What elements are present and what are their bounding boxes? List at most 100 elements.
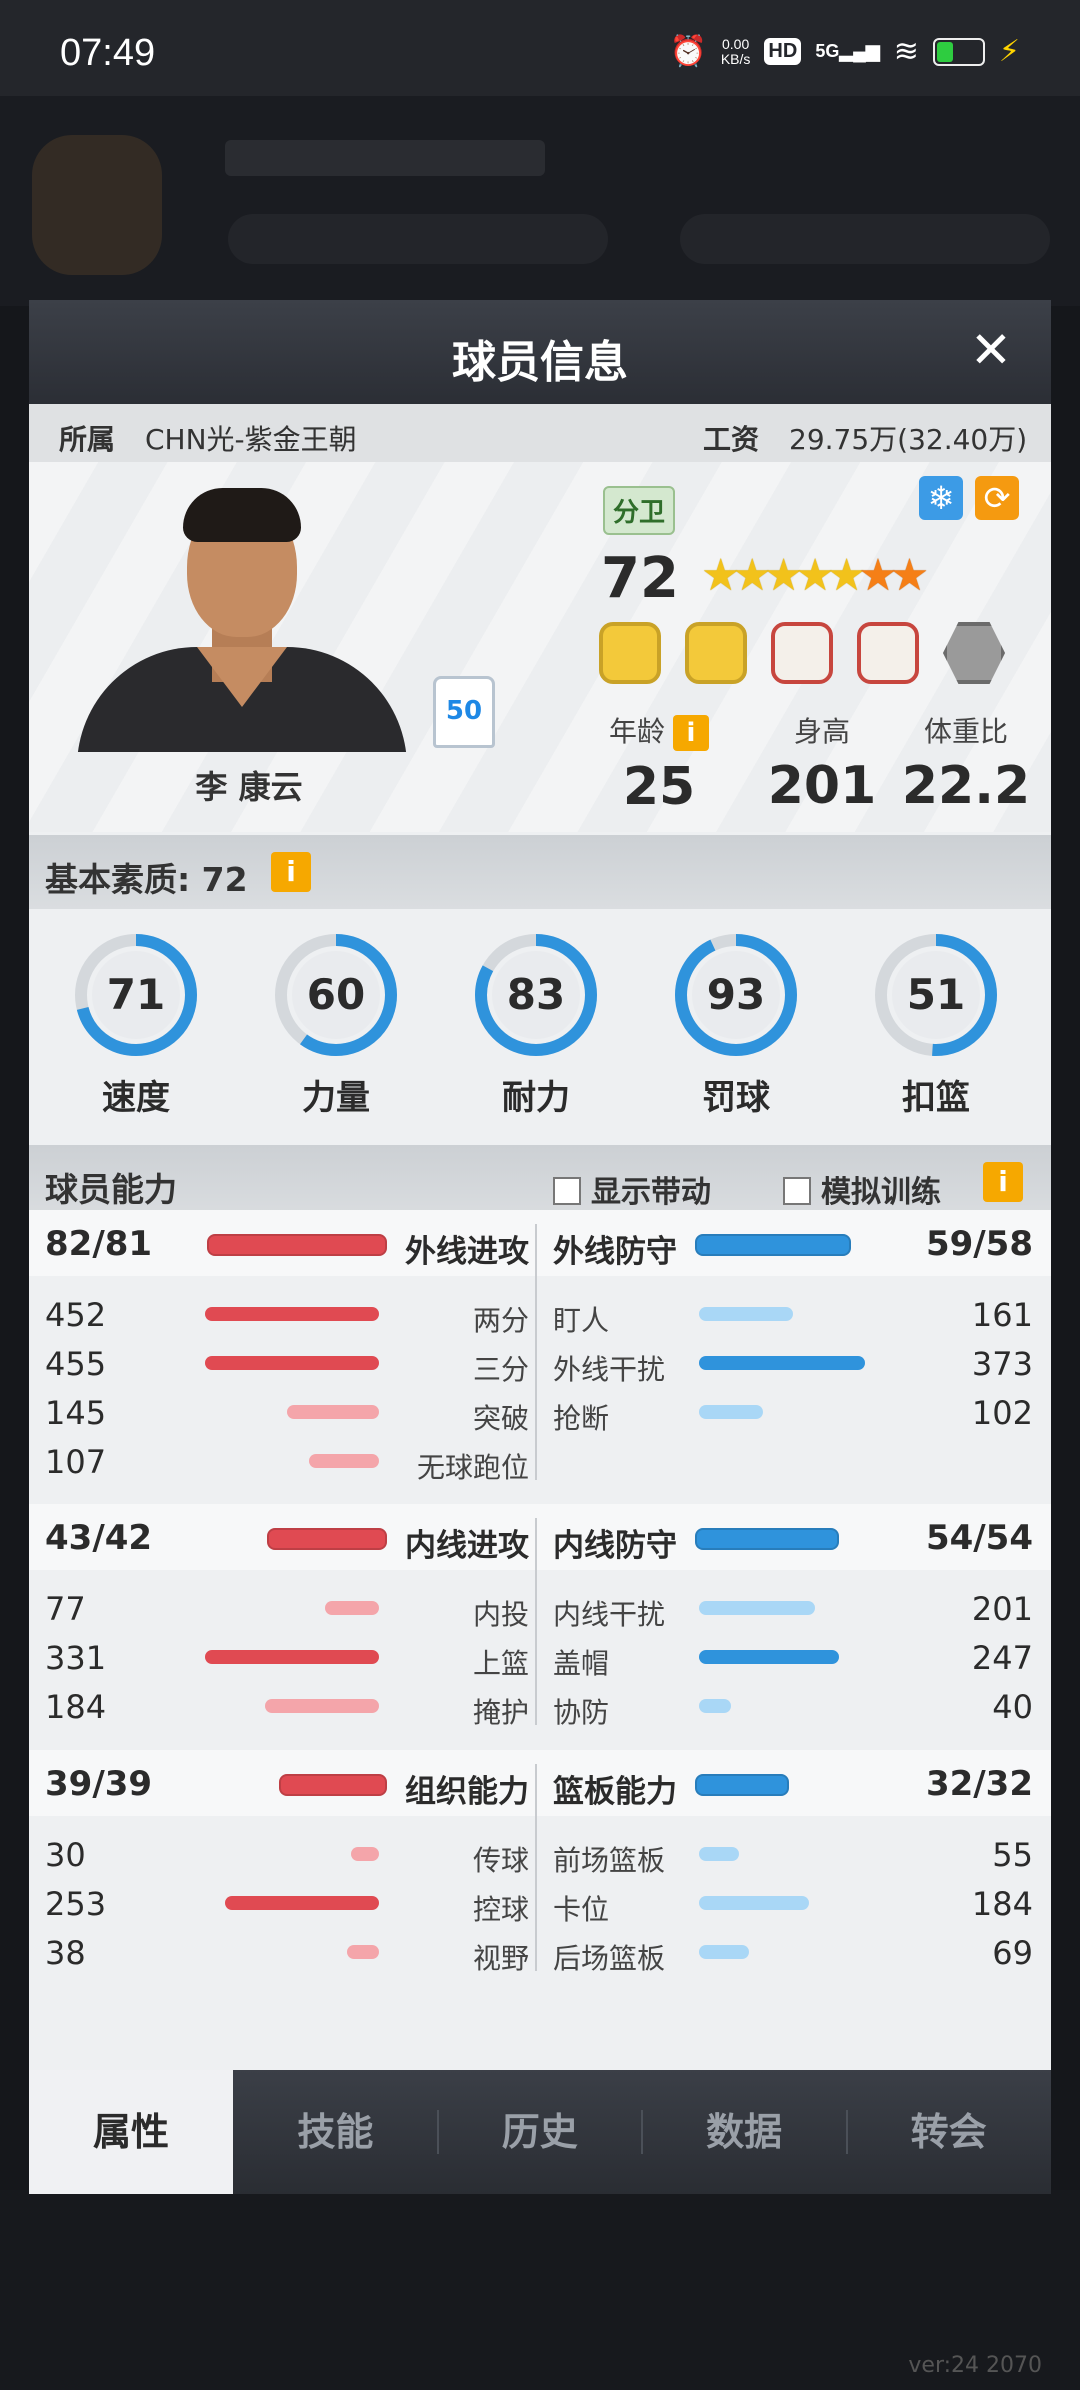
- badge-defender-icon[interactable]: [857, 622, 919, 684]
- right-group-name: 内线防守: [553, 1528, 677, 1564]
- tab-separator: [436, 2110, 439, 2154]
- show-drive-checkbox[interactable]: 显示带动: [553, 1167, 711, 1211]
- left-stat-label: 三分: [472, 1353, 529, 1386]
- right-stat-value: 373: [971, 1345, 1033, 1383]
- basic-info-icon[interactable]: i: [271, 852, 311, 892]
- skill-badges: [599, 622, 1005, 684]
- star-gold-icon: ★: [732, 550, 772, 601]
- badge-locked-icon[interactable]: [943, 622, 1005, 684]
- right-stat-value: 201: [971, 1590, 1033, 1628]
- jersey-number: 50: [445, 696, 483, 726]
- affiliation-bar: 所属 CHN光-紫金王朝 工资 29.75万(32.40万): [29, 404, 1051, 462]
- close-button[interactable]: ✕: [961, 320, 1021, 380]
- star-rating: ★★★★★★★: [701, 550, 929, 601]
- defense-bar: [695, 1528, 839, 1550]
- salary-label: 工资: [703, 423, 760, 456]
- right-stat-label: 前场篮板: [553, 1844, 666, 1877]
- left-stat-value: 145: [45, 1394, 107, 1432]
- sim-training-checkbox[interactable]: 模拟训练: [783, 1167, 941, 1211]
- height-block: 身高 201: [747, 710, 897, 816]
- ring-label: 速度: [102, 1078, 170, 1118]
- basic-attributes-title: 基本素质: 72: [45, 860, 248, 899]
- tab-separator: [641, 2110, 644, 2154]
- ability-group-header: 39/39 组织能力 篮板能力 32/32: [29, 1750, 1051, 1816]
- checkbox-icon[interactable]: [553, 1177, 581, 1205]
- ability-row: 253 控球 卡位 184: [29, 1879, 1051, 1927]
- left-group-name: 组织能力: [405, 1774, 529, 1810]
- ring-gauge: 93: [675, 934, 797, 1056]
- tab-4[interactable]: 数据: [642, 2070, 846, 2194]
- net-speed-value: 0.00: [722, 35, 750, 52]
- ability-row: 331 上篮 盖帽 247: [29, 1633, 1051, 1681]
- left-stat-value: 107: [45, 1443, 107, 1481]
- left-stat-label: 上篮: [472, 1647, 529, 1680]
- tab-separator: [845, 2110, 848, 2154]
- tab-5[interactable]: 转会: [847, 2070, 1051, 2194]
- team-name: CHN光-紫金王朝: [145, 423, 357, 456]
- tab-1[interactable]: 属性: [29, 2070, 233, 2194]
- right-stat-value: 161: [971, 1296, 1033, 1334]
- team-label: 所属: [59, 423, 116, 456]
- right-group-name: 外线防守: [553, 1234, 677, 1270]
- snowflake-icon[interactable]: ❄: [919, 476, 963, 520]
- right-stat-label: 卡位: [553, 1893, 610, 1926]
- wifi-icon: ≋: [893, 34, 919, 69]
- team-logo: [32, 135, 162, 275]
- ability-row: 107 无球跑位: [29, 1437, 1051, 1485]
- player-profile: 50 李 康云 分卫 ❄ ⟳ 72 ★★★★★★★ 年龄 i 25 身高 201 …: [29, 462, 1051, 832]
- attribute-ring-3: 83 耐力: [471, 930, 601, 1119]
- defense-bar: [699, 1847, 739, 1861]
- badge-lightning-icon[interactable]: [685, 622, 747, 684]
- age-value: 25: [622, 757, 696, 817]
- abilities-info-icon[interactable]: i: [983, 1162, 1023, 1202]
- age-info-icon[interactable]: i: [673, 715, 709, 751]
- tab-3[interactable]: 历史: [438, 2070, 642, 2194]
- attribute-ring-1: 71 速度: [71, 930, 201, 1119]
- status-icons: ⏰ 0.00 KB/s HD 5G▂▄▆ ≋ ⚡: [669, 34, 1020, 69]
- ability-row: 452 两分 盯人 161: [29, 1290, 1051, 1338]
- attribute-ring-2: 60 力量: [271, 930, 401, 1119]
- left-stat-label: 两分: [472, 1304, 529, 1337]
- charging-icon: ⚡: [998, 34, 1020, 69]
- overall-rating: 72: [601, 546, 679, 611]
- signal-label: 5G: [815, 41, 840, 61]
- ring-label: 力量: [302, 1078, 370, 1118]
- battery-icon: [932, 37, 985, 66]
- left-stat-value: 38: [45, 1934, 86, 1972]
- attack-bar: [325, 1601, 379, 1615]
- left-stat-label: 传球: [472, 1844, 529, 1877]
- ability-row: 30 传球 前场篮板 55: [29, 1830, 1051, 1878]
- refresh-icon[interactable]: ⟳: [975, 476, 1019, 520]
- badge-shooter-icon[interactable]: [599, 622, 661, 684]
- player-info-modal: 球员信息 ✕ 所属 CHN光-紫金王朝 工资 29.75万(32.40万) 50…: [29, 300, 1051, 2194]
- modal-header: 球员信息 ✕: [29, 300, 1051, 404]
- show-drive-label: 显示带动: [591, 1175, 711, 1210]
- tab-2[interactable]: 技能: [233, 2070, 437, 2194]
- left-stat-value: 184: [45, 1688, 107, 1726]
- attribute-ring-4: 93 罚球: [671, 930, 801, 1119]
- left-stat-value: 30: [45, 1836, 86, 1874]
- star-gold-icon: ★: [795, 550, 835, 601]
- background-team-title: [225, 140, 545, 176]
- ring-gauge: 60: [275, 934, 397, 1056]
- ability-row: 77 内投 内线干扰 201: [29, 1584, 1051, 1632]
- attack-bar: [287, 1405, 379, 1419]
- badge-ball-icon[interactable]: [771, 622, 833, 684]
- background-header: [0, 96, 1080, 306]
- defense-bar: [699, 1699, 731, 1713]
- attack-bar: [347, 1945, 379, 1959]
- checkbox-icon[interactable]: [783, 1177, 811, 1205]
- right-stat-label: 盯人: [553, 1304, 610, 1337]
- basic-attributes-header: 基本素质: 72 i: [29, 835, 1051, 909]
- hd-icon: HD: [764, 38, 802, 65]
- attack-bar: [207, 1234, 387, 1256]
- ring-gauge: 71: [75, 934, 197, 1056]
- star-orange-icon: ★: [858, 550, 898, 601]
- status-bar: 07:49 ⏰ 0.00 KB/s HD 5G▂▄▆ ≋ ⚡: [0, 0, 1080, 96]
- ring-label: 扣篮: [902, 1078, 970, 1118]
- attack-bar: [205, 1650, 379, 1664]
- column-divider: [535, 1518, 537, 1725]
- tab-bar: 属性 技能 历史 数据 转会: [29, 2070, 1051, 2194]
- ring-value: 71: [107, 970, 165, 1019]
- height-value: 201: [767, 756, 877, 816]
